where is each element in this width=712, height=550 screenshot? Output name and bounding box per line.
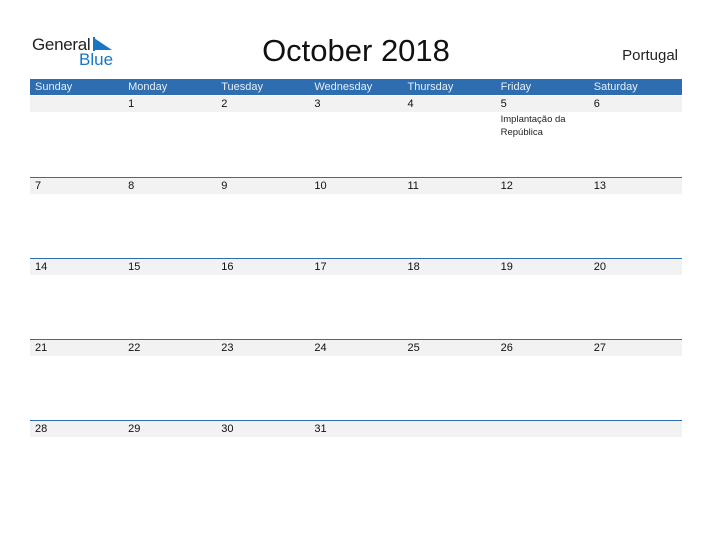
day-number: 28 <box>35 423 48 435</box>
weekday-tuesday: Tuesday <box>221 81 264 93</box>
day-number: 25 <box>407 342 420 354</box>
weekday-thursday: Thursday <box>407 81 454 93</box>
day-number: 9 <box>221 180 228 192</box>
day-cell: 4 <box>403 96 496 139</box>
day-number: 30 <box>221 423 234 435</box>
day-cell: 16 <box>216 259 309 275</box>
holiday-label: Implantação da República <box>500 114 566 138</box>
day-cell <box>496 421 589 437</box>
weekday-monday: Monday <box>128 81 168 93</box>
calendar-title: October 2018 <box>262 33 450 68</box>
day-number: 5 <box>500 98 507 110</box>
day-number: 23 <box>221 342 234 354</box>
day-number: 26 <box>500 342 513 354</box>
weekday-friday: Friday <box>500 81 532 93</box>
day-cell: 21 <box>30 340 123 356</box>
day-cell: 22 <box>123 340 216 356</box>
day-number: 3 <box>314 98 321 110</box>
day-cell: 3 <box>309 96 402 139</box>
day-cell: 23 <box>216 340 309 356</box>
day-cell <box>403 421 496 437</box>
day-cell: 1 <box>123 96 216 139</box>
day-number: 21 <box>35 342 48 354</box>
day-cell: 27 <box>589 340 682 356</box>
day-number: 22 <box>128 342 141 354</box>
day-cell: 14 <box>30 259 123 275</box>
day-cell: 26 <box>496 340 589 356</box>
day-cell: 24 <box>309 340 402 356</box>
day-cell: 10 <box>309 178 402 194</box>
day-number: 17 <box>314 261 327 273</box>
day-cell: 2 <box>216 96 309 139</box>
day-cell: 17 <box>309 259 402 275</box>
week-row: 14 15 16 17 18 19 20 <box>30 258 682 339</box>
weekday-sunday: Sunday <box>35 81 73 93</box>
week-row: 28 29 30 31 <box>30 420 682 501</box>
day-cell <box>589 421 682 437</box>
day-cell: 30 <box>216 421 309 437</box>
weekday-header: Sunday Monday Tuesday Wednesday Thursday… <box>30 79 682 95</box>
day-cell: 29 <box>123 421 216 437</box>
day-cell: 13 <box>589 178 682 194</box>
week-row: 1 2 3 4 5 Implantação da República 6 <box>30 96 682 176</box>
day-number: 6 <box>593 98 600 110</box>
day-number: 7 <box>35 180 42 192</box>
day-cell <box>30 96 123 139</box>
weekday-saturday: Saturday <box>593 81 638 93</box>
day-number: 31 <box>314 423 327 435</box>
day-cell: 9 <box>216 178 309 194</box>
day-number: 29 <box>128 423 141 435</box>
day-number: 1 <box>128 98 135 110</box>
day-number: 8 <box>128 180 135 192</box>
day-number: 2 <box>221 98 228 110</box>
day-number <box>594 421 682 437</box>
day-cell: 19 <box>496 259 589 275</box>
day-cell: 7 <box>30 178 123 194</box>
day-number <box>501 421 589 437</box>
day-cell: 6 <box>589 96 682 139</box>
day-number: 18 <box>407 261 420 273</box>
day-cell: 11 <box>403 178 496 194</box>
week-cells: 21 22 23 24 25 26 27 <box>30 340 682 356</box>
day-cell: 12 <box>496 178 589 194</box>
country-label: Portugal <box>622 47 678 64</box>
day-cell: 15 <box>123 259 216 275</box>
week-cells: 7 8 9 10 11 12 13 <box>30 178 682 194</box>
day-cell: 28 <box>30 421 123 437</box>
day-number: 4 <box>407 98 414 110</box>
day-cell: 8 <box>123 178 216 194</box>
day-number: 11 <box>407 180 419 192</box>
week-row: 21 22 23 24 25 26 27 <box>30 339 682 420</box>
day-cell: 20 <box>589 259 682 275</box>
day-number <box>35 96 123 112</box>
week-row: 7 8 9 10 11 12 13 <box>30 177 682 258</box>
day-number: 14 <box>35 261 48 273</box>
day-cell: 31 <box>309 421 402 437</box>
day-cell: 25 <box>403 340 496 356</box>
day-number: 12 <box>500 180 513 192</box>
day-number: 19 <box>500 261 513 273</box>
day-number: 20 <box>593 261 606 273</box>
week-cells: 28 29 30 31 <box>30 421 682 437</box>
day-cell: 5 Implantação da República <box>496 96 589 139</box>
day-number: 27 <box>593 342 606 354</box>
weekday-wednesday: Wednesday <box>314 81 373 93</box>
day-number <box>408 421 496 437</box>
week-cells: 1 2 3 4 5 Implantação da República 6 <box>30 96 682 139</box>
week-cells: 14 15 16 17 18 19 20 <box>30 259 682 275</box>
day-number: 10 <box>314 180 327 192</box>
day-number: 15 <box>128 261 141 273</box>
day-cell: 18 <box>403 259 496 275</box>
day-number: 13 <box>593 180 606 192</box>
day-number: 24 <box>314 342 327 354</box>
day-number: 16 <box>221 261 234 273</box>
